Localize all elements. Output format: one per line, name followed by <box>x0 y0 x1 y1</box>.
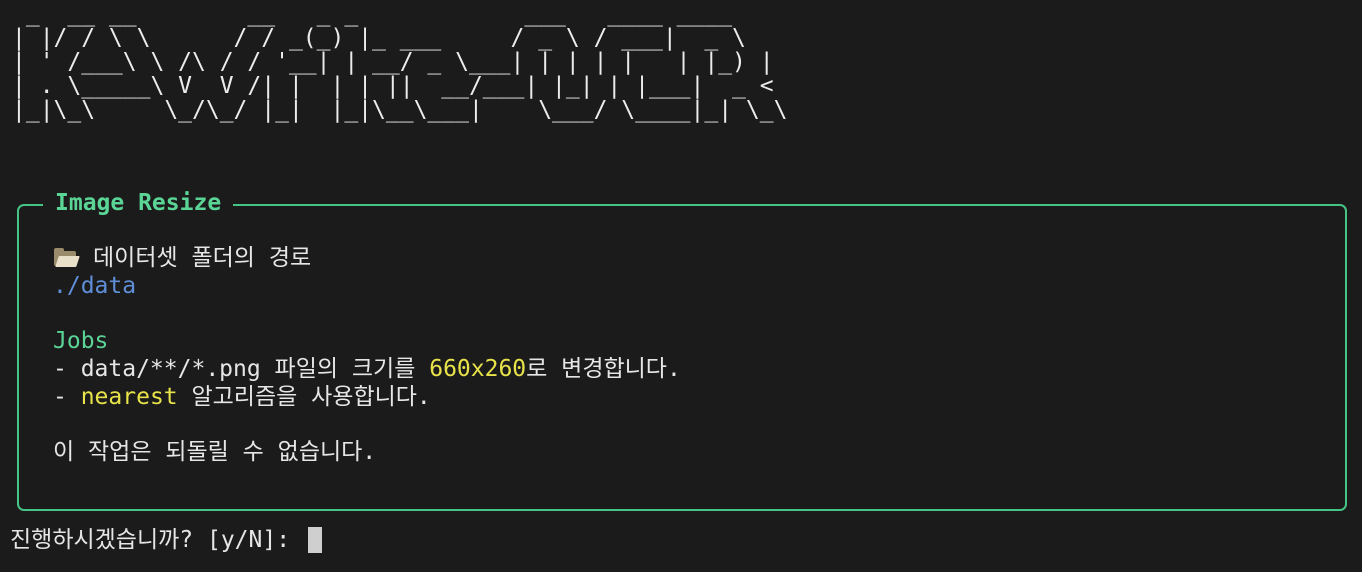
dataset-label-row: 데이터셋 폴더의 경로 <box>53 244 1325 272</box>
confirm-prompt-text: 진행하시겠습니까? [y/N]: <box>10 527 304 553</box>
job-resize-suffix: 로 변경합니다. <box>526 356 681 382</box>
jobs-heading: Jobs <box>53 328 109 354</box>
job-algorithm: - nearest 알고리즘을 사용합니다. <box>53 383 1325 411</box>
job-algorithm-suffix: 알고리즘을 사용합니다. <box>177 384 431 410</box>
algorithm-name: nearest <box>80 384 178 410</box>
text-cursor[interactable] <box>307 527 322 553</box>
job-resize: - data/**/*.png 파일의 크기를 660x260로 변경합니다. <box>53 355 1325 383</box>
irreversible-warning: 이 작업은 되돌릴 수 없습니다. <box>53 439 377 465</box>
job-resize-prefix: - data/**/*.png 파일의 크기를 <box>53 356 430 382</box>
confirm-prompt[interactable]: 진행하시겠습니까? [y/N]: <box>10 526 322 554</box>
panel-body: 데이터셋 폴더의 경로 ./data Jobs - data/**/*.png … <box>53 244 1325 466</box>
dataset-label: 데이터셋 폴더의 경로 <box>93 245 312 271</box>
open-folder-icon <box>53 248 80 268</box>
panel-title: Image Resize <box>43 189 234 217</box>
dataset-path: ./data <box>53 273 137 299</box>
ascii-banner: _ __ __ __ _ _ ___ ____ ____ | |/ / \ \ … <box>12 1 788 123</box>
job-algorithm-prefix: - <box>53 384 81 410</box>
image-resize-panel: Image Resize 데이터셋 폴더의 경로 ./data Jobs - d… <box>17 189 1347 511</box>
target-size: 660x260 <box>429 356 527 382</box>
